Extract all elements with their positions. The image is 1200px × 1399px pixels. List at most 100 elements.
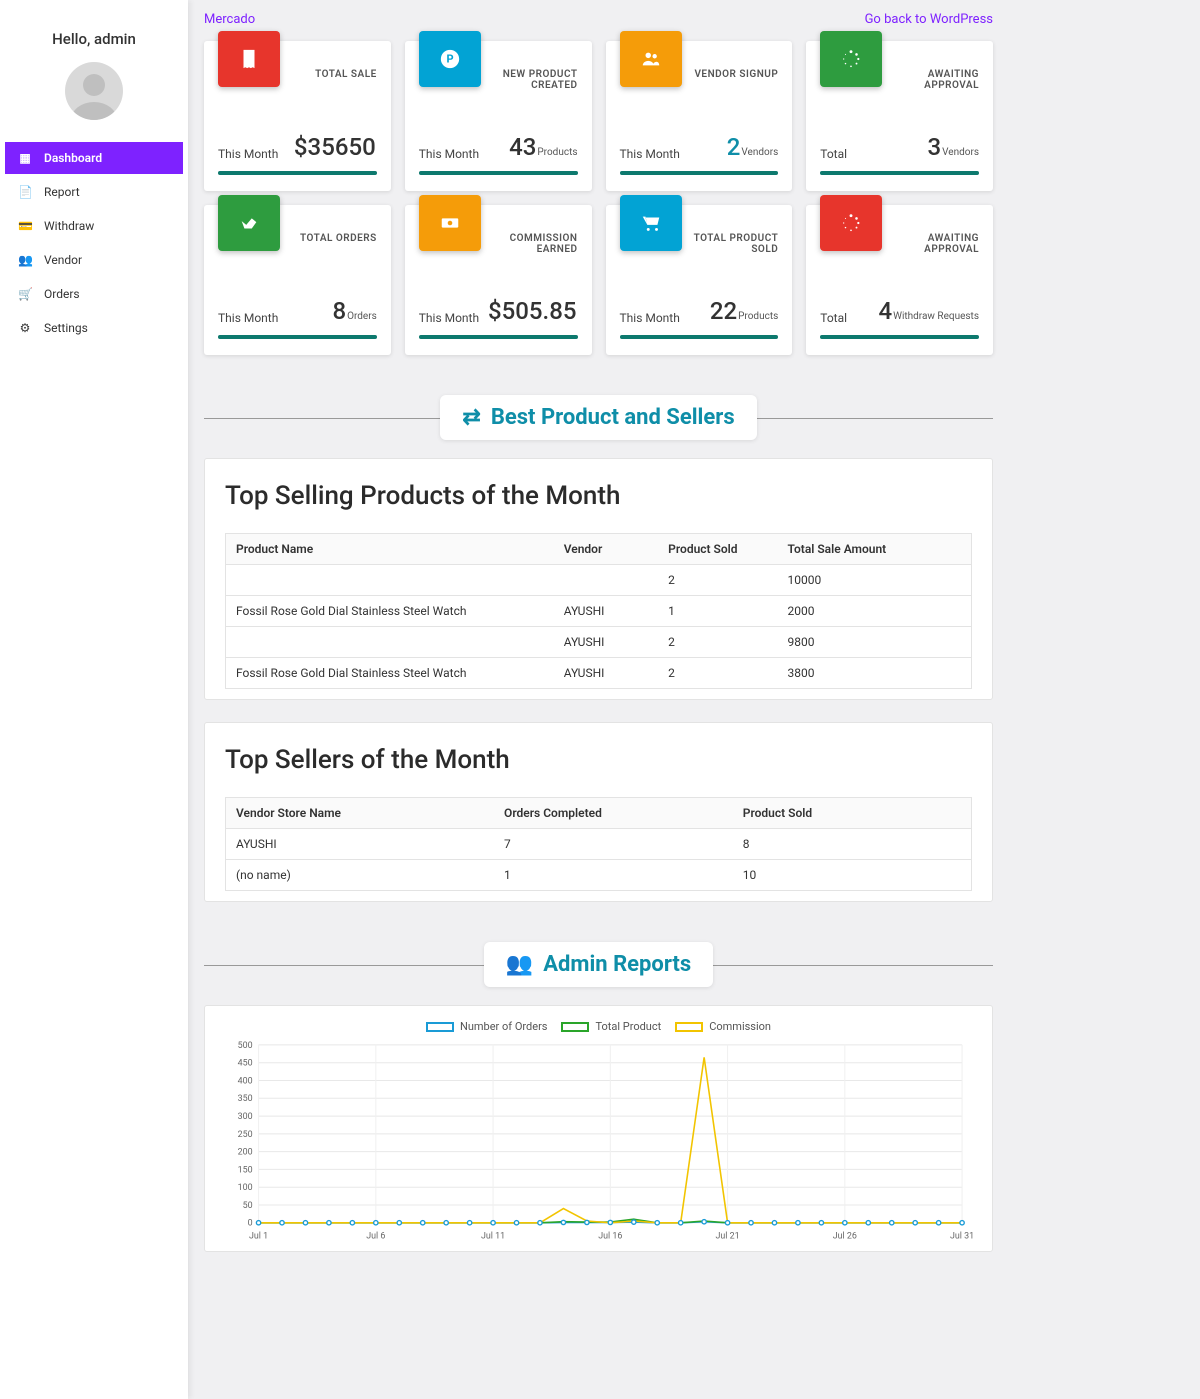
cart-icon — [620, 195, 682, 251]
table-header: Product Name — [226, 534, 554, 565]
sidebar-item-report[interactable]: 📄Report — [5, 176, 183, 208]
svg-text:Jul 16: Jul 16 — [598, 1232, 622, 1242]
sidebar-item-dashboard[interactable]: ▦Dashboard — [5, 142, 183, 174]
spin-icon — [820, 195, 882, 251]
svg-text:Jul 6: Jul 6 — [366, 1232, 385, 1242]
avatar — [65, 62, 123, 120]
svg-text:250: 250 — [238, 1130, 253, 1140]
table-header: Orders Completed — [494, 798, 733, 829]
table-row: AYUSHI78 — [226, 829, 972, 860]
chart-legend: Number of Orders Total Product Commission — [223, 1020, 974, 1033]
dash-icon: ▦ — [18, 151, 32, 165]
stat-card-4: TOTAL ORDERS This Month 8Orders — [204, 205, 391, 355]
sidebar-item-label: Vendor — [44, 253, 82, 267]
users-icon — [620, 31, 682, 87]
svg-text:P: P — [446, 53, 453, 66]
table-cell: 2000 — [778, 596, 972, 627]
sidebar-item-settings[interactable]: ⚙Settings — [5, 312, 183, 344]
card-bar — [820, 335, 979, 339]
card-unit: Withdraw Requests — [893, 311, 979, 322]
svg-text:Jul 31: Jul 31 — [950, 1232, 974, 1242]
top-products-title: Top Selling Products of the Month — [225, 481, 972, 511]
table-cell: AYUSHI — [226, 829, 495, 860]
card-value: 3 — [927, 133, 941, 161]
card-bar — [820, 171, 979, 175]
table-row: (no name)110 — [226, 860, 972, 891]
svg-text:400: 400 — [238, 1076, 253, 1086]
card-title: VENDOR SIGNUP — [692, 41, 779, 87]
table-header: Vendor Store Name — [226, 798, 495, 829]
sidebar-item-label: Orders — [44, 287, 80, 301]
sidebar-item-vendor[interactable]: 👥 Vendor — [5, 244, 183, 276]
table-cell: 2 — [658, 565, 777, 596]
table-header: Product Sold — [733, 798, 972, 829]
table-row: 210000 — [226, 565, 972, 596]
stat-card-7: AWAITING APPROVAL Total 4Withdraw Reques… — [806, 205, 993, 355]
stat-card-5: COMMISSION EARNED This Month $505.85 — [405, 205, 592, 355]
legend-label: Total Product — [595, 1020, 661, 1033]
card-period: This Month — [419, 311, 479, 325]
svg-text:Jul 26: Jul 26 — [833, 1232, 857, 1242]
card-bar — [620, 335, 779, 339]
card-period: Total — [820, 147, 847, 161]
p-icon: P — [419, 31, 481, 87]
section-best-title: ⇄ Best Product and Sellers — [440, 395, 756, 440]
cart-icon: 🛒 — [18, 287, 32, 301]
card-title: TOTAL PRODUCT SOLD — [692, 205, 779, 255]
card-period: This Month — [419, 147, 479, 161]
sidebar-item-orders[interactable]: 🛒 Orders — [5, 278, 183, 310]
legend-swatch — [675, 1022, 703, 1032]
top-products-panel: Top Selling Products of the Month Produc… — [204, 458, 993, 700]
stat-card-2: VENDOR SIGNUP This Month 2Vendors — [606, 41, 793, 191]
sidebar: Hello, admin ▦Dashboard📄Report💳Withdraw👥… — [0, 0, 188, 1399]
table-cell: AYUSHI — [554, 658, 658, 689]
stat-card-0: TOTAL SALE This Month $35650 — [204, 41, 391, 191]
legend-item: Number of Orders — [426, 1020, 547, 1033]
section-reports-title: 👥 Admin Reports — [484, 942, 713, 987]
sidebar-item-withdraw[interactable]: 💳 Withdraw — [5, 210, 183, 242]
card-period: Total — [820, 311, 847, 325]
table-row: Fossil Rose Gold Dial Stainless Steel Wa… — [226, 658, 972, 689]
users-icon: 👥 — [506, 952, 533, 977]
back-link[interactable]: Go back to WordPress — [865, 12, 993, 27]
table-cell: 8 — [733, 829, 972, 860]
table-cell: 1 — [494, 860, 733, 891]
hand-icon — [218, 195, 280, 251]
table-cell: 3800 — [778, 658, 972, 689]
admin-reports-chart: Number of OrdersTotal ProductCommission … — [204, 1005, 993, 1252]
section-best-divider: ⇄ Best Product and Sellers — [204, 395, 993, 440]
sidebar-item-label: Withdraw — [44, 219, 94, 233]
stat-card-6: TOTAL PRODUCT SOLD This Month 22Products — [606, 205, 793, 355]
table-header: Product Sold — [658, 534, 777, 565]
brand-link[interactable]: Mercado — [204, 12, 255, 27]
money-icon — [419, 195, 481, 251]
svg-text:Jul 1: Jul 1 — [249, 1232, 268, 1242]
card-icon: 💳 — [18, 219, 32, 233]
svg-text:150: 150 — [238, 1165, 253, 1175]
stat-cards: TOTAL SALE This Month $35650 P NEW PRODU… — [204, 41, 993, 355]
card-period: This Month — [620, 147, 680, 161]
users-icon: 👥 — [18, 253, 32, 267]
svg-text:450: 450 — [238, 1059, 253, 1069]
svg-text:100: 100 — [238, 1183, 253, 1193]
card-period: This Month — [620, 311, 680, 325]
card-period: This Month — [218, 147, 278, 161]
legend-swatch — [426, 1022, 454, 1032]
table-cell: 2 — [658, 627, 777, 658]
table-row: Fossil Rose Gold Dial Stainless Steel Wa… — [226, 596, 972, 627]
receipt-icon — [218, 31, 280, 87]
legend-item: Total Product — [561, 1020, 661, 1033]
card-bar — [620, 171, 779, 175]
main: Mercado Go back to WordPress TOTAL SALE … — [188, 0, 1009, 1399]
card-unit: Products — [738, 311, 778, 322]
table-cell: 1 — [658, 596, 777, 627]
svg-text:500: 500 — [238, 1041, 253, 1051]
legend-item: Commission — [675, 1020, 771, 1033]
card-period: This Month — [218, 311, 278, 325]
svg-text:Jul 21: Jul 21 — [716, 1232, 740, 1242]
card-value: 2 — [727, 133, 741, 161]
table-cell — [226, 627, 554, 658]
sync-icon: ⇄ — [462, 405, 480, 430]
legend-label: Commission — [709, 1020, 771, 1033]
card-value: 4 — [878, 297, 892, 325]
